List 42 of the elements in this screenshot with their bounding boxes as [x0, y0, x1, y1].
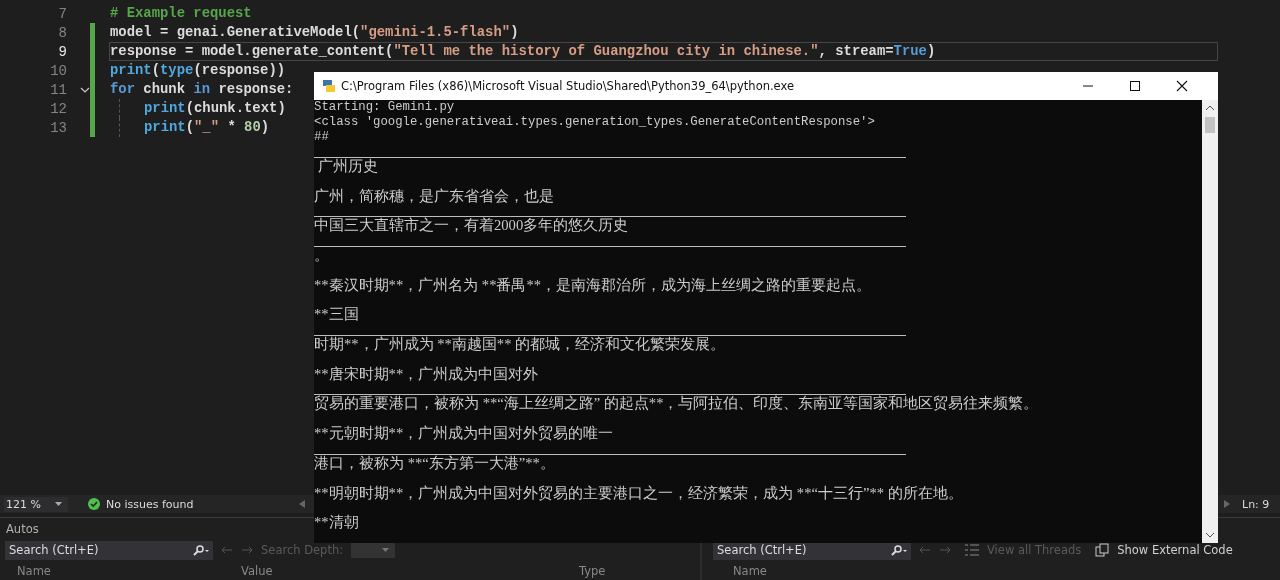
line-number: 9 [57, 43, 67, 60]
panel-title: Autos [5, 521, 40, 538]
line-number: 8 [57, 24, 67, 41]
console-line: <class 'google.generativeai.types.generation_types.GenerateContentResponse'> [314, 115, 875, 130]
column-header[interactable]: Name [733, 564, 767, 578]
console-line: 广州历史 [316, 158, 378, 174]
line-number: 11 [49, 81, 67, 98]
search-field[interactable]: Search (Ctrl+E) [5, 540, 213, 560]
console-line: **三国 [314, 306, 359, 323]
column-header[interactable]: Value [241, 564, 273, 578]
view-all-threads-button[interactable]: View all Threads [987, 543, 1082, 557]
console-line: **秦汉时期**，广州名为 **番禺**，是南海郡治所，成为海上丝绸之路的重要起点。 [314, 276, 872, 293]
line-number: 10 [49, 62, 67, 79]
line-number: 12 [49, 100, 67, 117]
console-line: **唐宋时期**，广州成为中国对外 [314, 365, 539, 382]
code-line: print(chunk.text) [143, 99, 287, 118]
code-line: for chunk in response: [109, 80, 295, 99]
console-line: 贸易的重要港口，被称为 **“海上丝绸之路” 的起点**，与阿拉伯、印度、东南亚等国家和地区贸易往来频繁。 [314, 395, 1039, 412]
console-line: Starting: Gemini.py [314, 100, 455, 115]
line-number: 13 [49, 119, 67, 136]
console-line: 广州，简称穗，是广东省省会，也是 [314, 187, 554, 204]
column-header[interactable]: Name [17, 564, 51, 578]
code-line: print("_" * 80) [143, 118, 271, 137]
console-line: 中国三大直辖市之一，有着2000多年的悠久历史 [314, 217, 629, 234]
console-line: 港口，被称为 **“东方第一大港”**。 [314, 454, 555, 471]
line-number: 7 [57, 5, 67, 22]
search-depth-label: Search Depth: [261, 543, 344, 557]
code-line: # Example request [109, 4, 253, 23]
console-line: 。 [314, 247, 329, 264]
console-line: **清朝 [314, 514, 359, 531]
column-header[interactable]: Type [579, 564, 606, 578]
console-line: 时期**，广州成为 **南越国** 的都城，经济和文化繁荣发展。 [314, 336, 726, 353]
issues-status[interactable]: No issues found [105, 497, 194, 511]
code-line: print(type(response)) [109, 61, 287, 80]
line-position: Ln: 9 [1242, 497, 1271, 511]
show-external-code-button[interactable]: Show External Code [1117, 543, 1233, 557]
zoom-dropdown[interactable]: 121 % [4, 496, 68, 512]
window-title: C:\Program Files (x86)\Microsoft Visual Studio\Shared\Python39_64\python.exe [341, 79, 794, 93]
code-line: model = genai.GenerativeModel("gemini-1.5-flash") [109, 23, 520, 42]
console-line: **元朝时期**，广州成为中国对外贸易的唯一 [314, 425, 614, 442]
console-line: **明朝时期**，广州成为中国对外贸易的主要港口之一，经济繁荣，成为 **“十三行”** 的所在地。 [314, 484, 963, 501]
console-line: ## [314, 130, 329, 145]
